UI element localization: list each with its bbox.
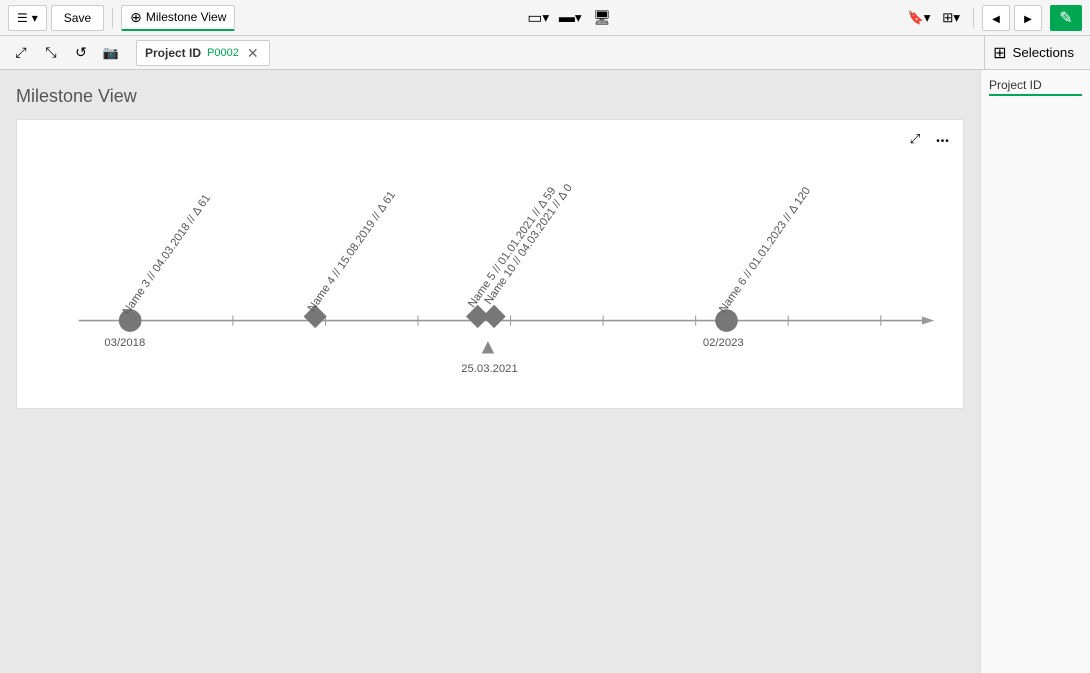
arrow-left-icon [992, 10, 1000, 25]
filter-tab-value: P0002 [207, 47, 239, 59]
arrow-right-icon [1024, 10, 1032, 25]
zoom-select-button[interactable]: ⤡ [38, 41, 64, 65]
today-triangle [482, 341, 494, 353]
refresh-button[interactable] [68, 41, 94, 65]
selection-project-id: Project ID [989, 78, 1082, 96]
image-button[interactable] [937, 5, 965, 31]
timeline-wrapper: Name 3 // 04.03.2018 // Δ 61 03/2018 Nam… [17, 120, 963, 408]
milestone-label-2: Name 4 // 15.08.2019 // Δ 61 [306, 189, 398, 314]
selections-panel: Project ID [980, 70, 1090, 673]
filter-tab-title: Project ID [145, 46, 201, 60]
view-icon: ▬ [559, 9, 575, 27]
camera-button[interactable] [98, 41, 124, 65]
edit-button[interactable] [1050, 5, 1082, 31]
filter-tab-project-id: Project ID P0002 ✕ [136, 40, 270, 66]
menu-chevron [32, 11, 38, 25]
axis-arrow [922, 316, 934, 324]
nav-back-button[interactable] [982, 5, 1010, 31]
zoom-fit-button[interactable] [8, 41, 34, 65]
milestone-view-tab[interactable]: Milestone View [121, 5, 235, 31]
monitor-button[interactable] [588, 5, 616, 31]
chart-title: Milestone View [16, 86, 964, 107]
camera-icon [103, 45, 119, 61]
bookmark-icon [908, 10, 924, 26]
timeline-svg: Name 3 // 04.03.2018 // Δ 61 03/2018 Nam… [17, 120, 963, 408]
today-label: 25.03.2021 [461, 363, 518, 375]
milestone-label-4: Name 10 // 04.03.2021 // Δ 0 [483, 182, 575, 307]
save-button[interactable]: Save [51, 5, 104, 31]
bookmark-button[interactable] [905, 5, 933, 31]
filter-close-button[interactable]: ✕ [245, 46, 261, 60]
second-toolbar: ⤡ Project ID P0002 ✕ Selections [0, 36, 1090, 70]
monitor-icon [593, 9, 611, 26]
view-toggle-button[interactable]: ▬ [556, 5, 584, 31]
milestone-label-1: Name 3 // 04.03.2018 // Δ 61 [121, 192, 213, 317]
milestone-label-6: Name 6 // 01.01.2023 // Δ 120 [717, 185, 813, 315]
selections-label: Selections [1013, 45, 1075, 60]
milestone-label-3: Name 5 // 01.01.2021 // Δ 59 [466, 185, 558, 310]
pencil-icon [1059, 8, 1072, 28]
top-toolbar: Save Milestone View ▭ ▬ [0, 0, 1090, 36]
hamburger-icon [17, 11, 28, 25]
grid-icon [993, 43, 1006, 63]
chart-container: Name 3 // 04.03.2018 // Δ 61 03/2018 Nam… [16, 119, 964, 409]
layout-chevron [542, 10, 549, 26]
layout-toggle-button[interactable]: ▭ [524, 5, 552, 31]
main-content: Milestone View [0, 70, 1090, 673]
plus-circle-icon [130, 9, 142, 26]
layout-icon: ▭ [527, 8, 542, 28]
zoom-select-icon: ⤡ [45, 44, 56, 61]
chart-area: Milestone View [0, 70, 980, 673]
nav-forward-button[interactable] [1014, 5, 1042, 31]
view-chevron [575, 10, 582, 26]
date-label-3: 02/2023 [703, 337, 744, 349]
menu-button[interactable] [8, 5, 47, 31]
image-icon [942, 10, 953, 26]
selections-button[interactable]: Selections [984, 36, 1082, 70]
separator-2 [973, 8, 974, 28]
refresh-icon [75, 44, 87, 61]
milestone-diamond-4 [482, 305, 505, 328]
image-chevron [953, 10, 960, 26]
date-label-1: 03/2018 [104, 337, 145, 349]
separator-1 [112, 8, 113, 28]
bookmark-chevron [924, 10, 931, 26]
zoom-fit-icon [15, 44, 26, 61]
